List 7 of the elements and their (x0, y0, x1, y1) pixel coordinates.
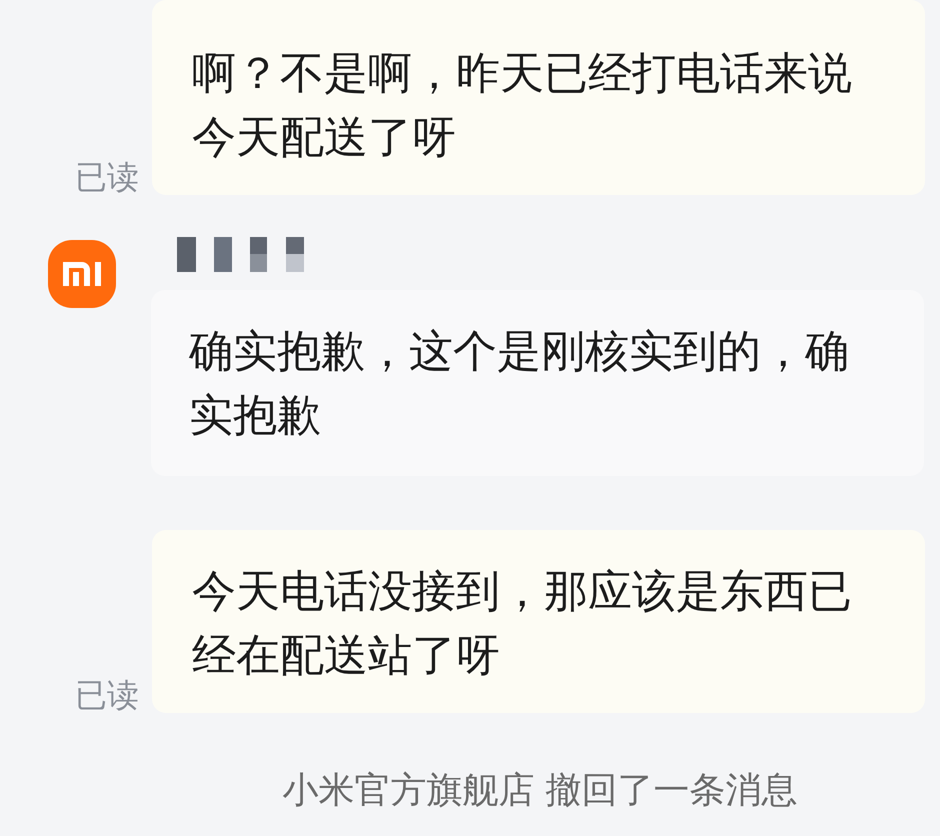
received-message-bubble: 确实抱歉，这个是刚核实到的，确实抱歉 (151, 290, 924, 476)
read-receipt: 已读 (75, 159, 140, 195)
sent-message-bubble: 啊？不是啊，昨天已经打电话来说今天配送了呀 (152, 0, 925, 195)
read-receipt: 已读 (75, 677, 140, 713)
sent-message-bubble: 今天电话没接到，那应该是东西已经在配送站了呀 (152, 530, 925, 713)
logo-icon (48, 240, 116, 308)
recall-notice: 小米官方旗舰店 撤回了一条消息 (282, 771, 798, 811)
